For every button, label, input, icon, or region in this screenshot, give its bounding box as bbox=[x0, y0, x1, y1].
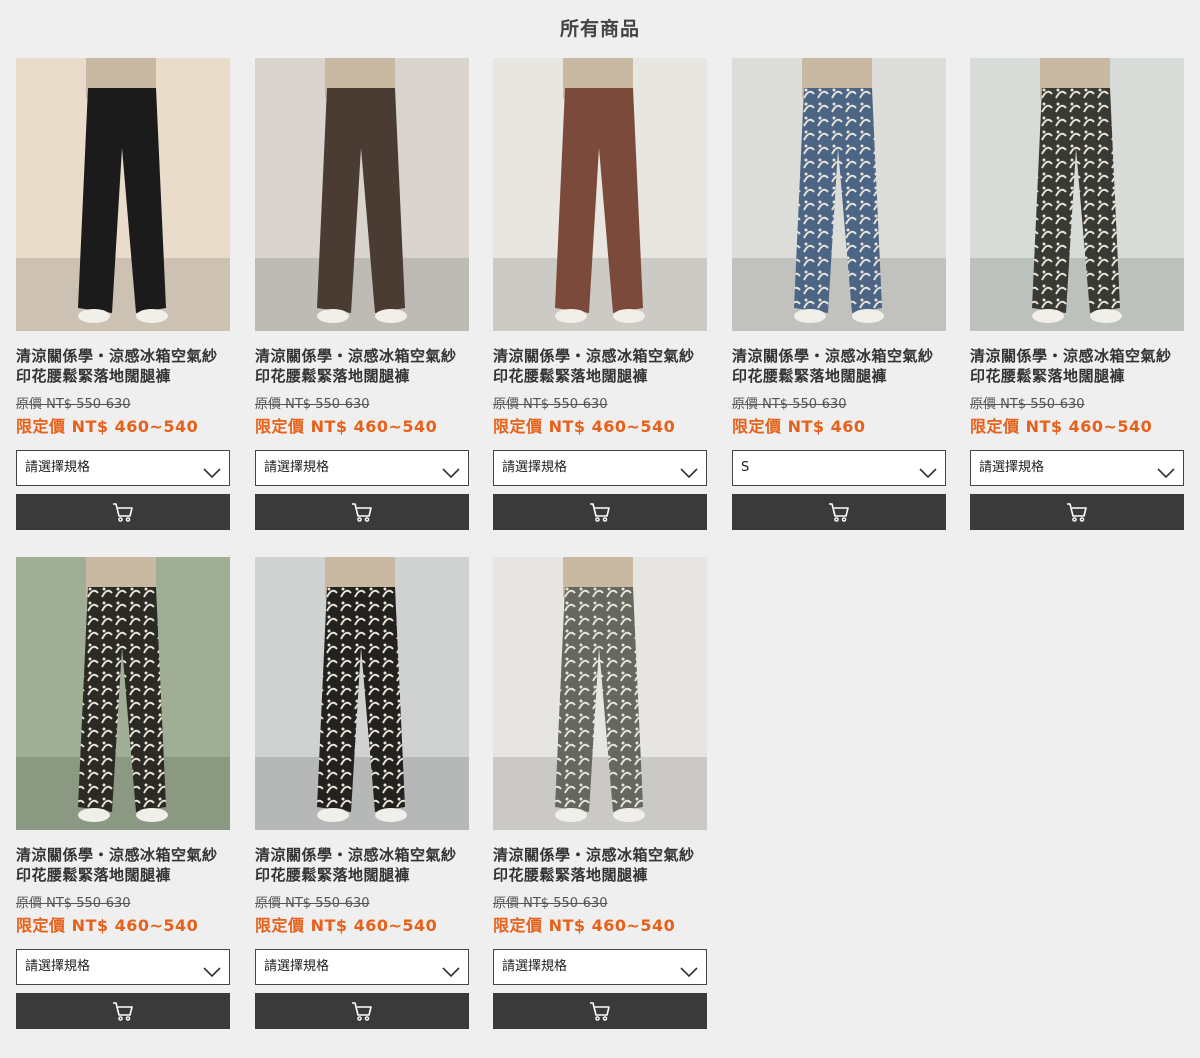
spec-select[interactable]: 請選擇規格 bbox=[255, 450, 469, 486]
shopping-cart-icon bbox=[111, 999, 135, 1023]
original-price: 原價 NT$ 550-630 bbox=[255, 397, 370, 412]
spec-select[interactable]: 請選擇規格 bbox=[16, 450, 230, 486]
product-image[interactable] bbox=[16, 58, 230, 331]
sale-price: 限定價 NT$ 460 bbox=[732, 417, 866, 436]
product-card: 清涼關係學・涼感冰箱空氣紗印花腰鬆緊落地闊腿褲 原價 NT$ 550-630 限… bbox=[970, 58, 1184, 530]
chevron-down-icon bbox=[680, 959, 698, 978]
product-card: 清涼關係學・涼感冰箱空氣紗印花腰鬆緊落地闊腿褲 原價 NT$ 550-630 限… bbox=[493, 58, 707, 530]
spec-select[interactable]: 請選擇規格 bbox=[16, 949, 230, 985]
shopping-cart-icon bbox=[350, 999, 374, 1023]
add-to-cart-button[interactable] bbox=[255, 993, 469, 1029]
chevron-down-icon bbox=[442, 959, 460, 978]
chevron-down-icon bbox=[1157, 460, 1175, 479]
shopping-cart-icon bbox=[111, 500, 135, 524]
sale-price: 限定價 NT$ 460~540 bbox=[16, 417, 199, 436]
chevron-down-icon bbox=[442, 460, 460, 479]
sale-price: 限定價 NT$ 460~540 bbox=[255, 417, 438, 436]
original-price: 原價 NT$ 550-630 bbox=[493, 896, 608, 911]
sale-price: 限定價 NT$ 460~540 bbox=[16, 916, 199, 935]
chevron-down-icon bbox=[203, 959, 221, 978]
chevron-down-icon bbox=[680, 460, 698, 479]
original-price: 原價 NT$ 550-630 bbox=[16, 397, 131, 412]
add-to-cart-button[interactable] bbox=[493, 494, 707, 530]
product-card: 清涼關係學・涼感冰箱空氣紗印花腰鬆緊落地闊腿褲 原價 NT$ 550-630 限… bbox=[16, 557, 230, 1029]
spec-select-value: S bbox=[741, 460, 750, 475]
product-name[interactable]: 清涼關係學・涼感冰箱空氣紗印花腰鬆緊落地闊腿褲 bbox=[732, 346, 946, 386]
product-name[interactable]: 清涼關係學・涼感冰箱空氣紗印花腰鬆緊落地闊腿褲 bbox=[255, 845, 469, 885]
sale-price: 限定價 NT$ 460~540 bbox=[970, 417, 1153, 436]
spec-select-value: 請選擇規格 bbox=[264, 959, 330, 974]
product-card: 清涼關係學・涼感冰箱空氣紗印花腰鬆緊落地闊腿褲 原價 NT$ 550-630 限… bbox=[255, 557, 469, 1029]
spec-select-value: 請選擇規格 bbox=[264, 460, 330, 475]
shopping-cart-icon bbox=[827, 500, 851, 524]
original-price: 原價 NT$ 550-630 bbox=[970, 397, 1085, 412]
product-name[interactable]: 清涼關係學・涼感冰箱空氣紗印花腰鬆緊落地闊腿褲 bbox=[493, 845, 707, 885]
original-price: 原價 NT$ 550-630 bbox=[16, 896, 131, 911]
sale-price: 限定價 NT$ 460~540 bbox=[255, 916, 438, 935]
spec-select[interactable]: 請選擇規格 bbox=[493, 949, 707, 985]
shopping-cart-icon bbox=[588, 500, 612, 524]
add-to-cart-button[interactable] bbox=[16, 494, 230, 530]
original-price: 原價 NT$ 550-630 bbox=[255, 896, 370, 911]
sale-price: 限定價 NT$ 460~540 bbox=[493, 417, 676, 436]
spec-select[interactable]: 請選擇規格 bbox=[255, 949, 469, 985]
product-name[interactable]: 清涼關係學・涼感冰箱空氣紗印花腰鬆緊落地闊腿褲 bbox=[970, 346, 1184, 386]
spec-select[interactable]: 請選擇規格 bbox=[493, 450, 707, 486]
add-to-cart-button[interactable] bbox=[16, 993, 230, 1029]
add-to-cart-button[interactable] bbox=[732, 494, 946, 530]
spec-select-value: 請選擇規格 bbox=[979, 460, 1045, 475]
product-card: 清涼關係學・涼感冰箱空氣紗印花腰鬆緊落地闊腿褲 原價 NT$ 550-630 限… bbox=[255, 58, 469, 530]
product-card: 清涼關係學・涼感冰箱空氣紗印花腰鬆緊落地闊腿褲 原價 NT$ 550-630 限… bbox=[493, 557, 707, 1029]
spec-select-value: 請選擇規格 bbox=[25, 959, 91, 974]
spec-select-value: 請選擇規格 bbox=[502, 959, 568, 974]
add-to-cart-button[interactable] bbox=[970, 494, 1184, 530]
spec-select[interactable]: S bbox=[732, 450, 946, 486]
product-name[interactable]: 清涼關係學・涼感冰箱空氣紗印花腰鬆緊落地闊腿褲 bbox=[255, 346, 469, 386]
product-image[interactable] bbox=[16, 557, 230, 830]
product-name[interactable]: 清涼關係學・涼感冰箱空氣紗印花腰鬆緊落地闊腿褲 bbox=[16, 346, 230, 386]
shopping-cart-icon bbox=[1065, 500, 1089, 524]
product-name[interactable]: 清涼關係學・涼感冰箱空氣紗印花腰鬆緊落地闊腿褲 bbox=[493, 346, 707, 386]
product-image[interactable] bbox=[732, 58, 946, 331]
product-name[interactable]: 清涼關係學・涼感冰箱空氣紗印花腰鬆緊落地闊腿褲 bbox=[16, 845, 230, 885]
product-image[interactable] bbox=[493, 557, 707, 830]
shopping-cart-icon bbox=[350, 500, 374, 524]
page-title: 所有商品 bbox=[559, 18, 640, 40]
product-image[interactable] bbox=[255, 58, 469, 331]
product-card: 清涼關係學・涼感冰箱空氣紗印花腰鬆緊落地闊腿褲 原價 NT$ 550-630 限… bbox=[16, 58, 230, 530]
spec-select-value: 請選擇規格 bbox=[25, 460, 91, 475]
shopping-cart-icon bbox=[588, 999, 612, 1023]
original-price: 原價 NT$ 550-630 bbox=[732, 397, 847, 412]
product-image[interactable] bbox=[493, 58, 707, 331]
sale-price: 限定價 NT$ 460~540 bbox=[493, 916, 676, 935]
add-to-cart-button[interactable] bbox=[255, 494, 469, 530]
spec-select-value: 請選擇規格 bbox=[502, 460, 568, 475]
spec-select[interactable]: 請選擇規格 bbox=[970, 450, 1184, 486]
chevron-down-icon bbox=[203, 460, 221, 479]
add-to-cart-button[interactable] bbox=[493, 993, 707, 1029]
product-card: 清涼關係學・涼感冰箱空氣紗印花腰鬆緊落地闊腿褲 原價 NT$ 550-630 限… bbox=[732, 58, 946, 530]
product-image[interactable] bbox=[970, 58, 1184, 331]
original-price: 原價 NT$ 550-630 bbox=[493, 397, 608, 412]
chevron-down-icon bbox=[919, 460, 937, 479]
product-image[interactable] bbox=[255, 557, 469, 830]
